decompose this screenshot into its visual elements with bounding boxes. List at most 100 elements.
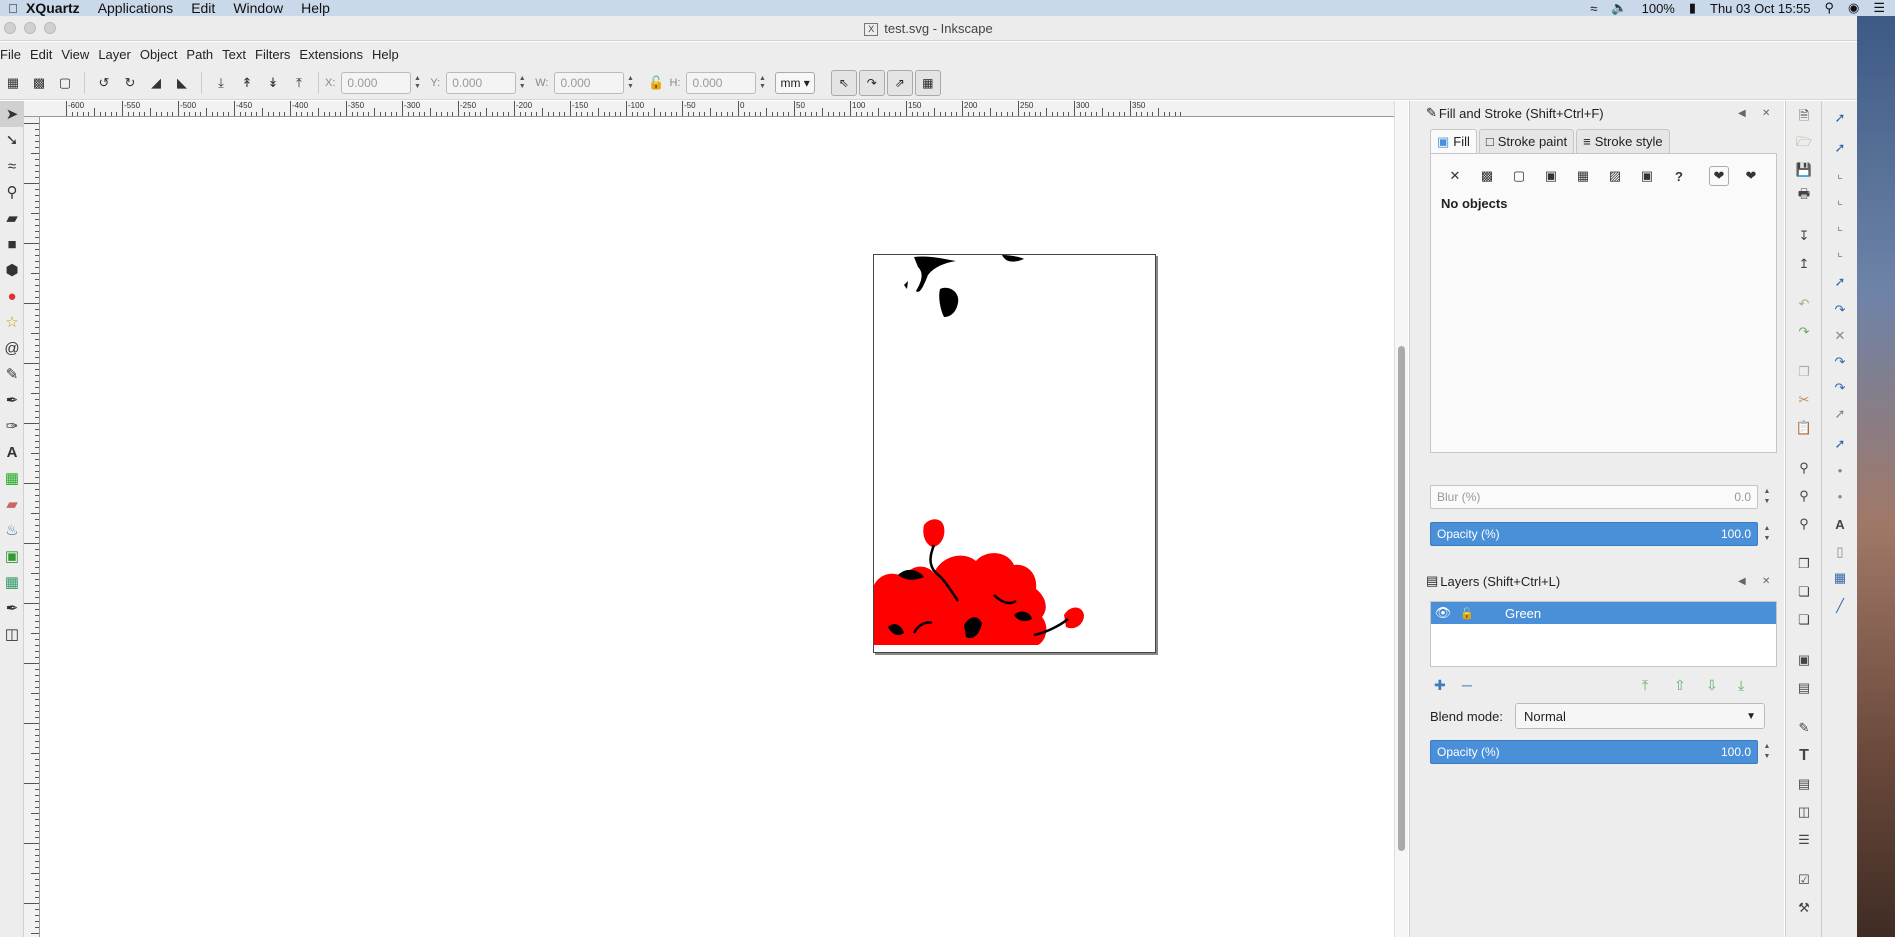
- import-icon[interactable]: ↧: [1786, 225, 1822, 247]
- y-input[interactable]: 0.000: [446, 71, 517, 94]
- snap-text-icon[interactable]: A: [1822, 513, 1858, 535]
- paint-bucket-tool-icon[interactable]: ♨: [0, 517, 24, 543]
- fill-rule-evenodd-icon[interactable]: ❤: [1709, 166, 1729, 186]
- x-stepper[interactable]: ▲ ▼: [412, 75, 422, 91]
- pattern-icon[interactable]: ▨: [1605, 166, 1625, 186]
- dropper-tool-icon[interactable]: ✒: [0, 595, 24, 621]
- control-center-icon[interactable]: ☰: [1873, 0, 1885, 16]
- h-input[interactable]: 0.000: [686, 71, 757, 94]
- snap-grid-icon[interactable]: ▦: [1822, 567, 1858, 589]
- spotlight-icon[interactable]: ⚲: [1824, 0, 1834, 16]
- x-input[interactable]: 0.000: [341, 71, 412, 94]
- text-dialog-icon[interactable]: T: [1786, 745, 1822, 767]
- blur-stepper[interactable]: ▲ ▼: [1760, 487, 1774, 507]
- unlink-clone-icon[interactable]: ❏: [1786, 609, 1822, 631]
- no-paint-icon[interactable]: ✕: [1445, 166, 1465, 186]
- print-icon[interactable]: 🖶: [1786, 185, 1822, 207]
- cut-icon[interactable]: ✂: [1786, 389, 1822, 411]
- blend-mode-select[interactable]: Normal ▼: [1515, 703, 1765, 729]
- menu-text[interactable]: Text: [222, 47, 246, 62]
- layer-raise-icon[interactable]: ⇧: [1674, 677, 1686, 694]
- rotate-cw-icon[interactable]: ↻: [119, 72, 141, 94]
- linear-gradient-icon[interactable]: ▢: [1509, 166, 1529, 186]
- copy-icon[interactable]: ❐: [1786, 361, 1822, 383]
- battery-icon[interactable]: ▮: [1689, 0, 1696, 16]
- pencil-tool-icon[interactable]: ✎: [0, 361, 24, 387]
- rotate-ccw-icon[interactable]: ↺: [93, 72, 115, 94]
- rectangle-tool-icon[interactable]: ■: [0, 231, 24, 257]
- apple-icon[interactable]: : [0, 1, 26, 16]
- lower-to-bottom-icon[interactable]: ⤒: [288, 72, 310, 94]
- group-icon[interactable]: ▣: [1786, 649, 1822, 671]
- raise-icon[interactable]: ↟: [236, 72, 258, 94]
- menu-extensions[interactable]: Extensions: [299, 47, 363, 62]
- macos-menu-edit[interactable]: Edit: [191, 0, 215, 16]
- selector-tool-icon[interactable]: ➤: [0, 101, 24, 127]
- horizontal-ruler[interactable]: -600 -550 -500 -450 -400 -350 -300 -250 -200 -150…: [24, 101, 1394, 117]
- swatch-icon[interactable]: ▣: [1637, 166, 1657, 186]
- scale-stroke-icon[interactable]: ⇖: [830, 69, 857, 96]
- snap-intersection-icon[interactable]: ✕: [1822, 325, 1858, 347]
- spray-tool-icon[interactable]: ▦: [0, 465, 24, 491]
- calligraphy-tool-icon[interactable]: ✑: [0, 413, 24, 439]
- layer-to-top-icon[interactable]: ⤒: [1642, 677, 1648, 694]
- snap-bbox-corner-icon[interactable]: ⌞: [1822, 189, 1858, 211]
- select-all-layers-icon[interactable]: ▩: [28, 72, 50, 94]
- menu-path[interactable]: Path: [186, 47, 213, 62]
- ellipse-tool-icon[interactable]: ●: [0, 283, 24, 309]
- move-patterns-icon[interactable]: ▦: [914, 69, 941, 96]
- fill-opacity-stepper[interactable]: ▲ ▼: [1760, 524, 1774, 544]
- unset-paint-icon[interactable]: ?: [1669, 166, 1689, 186]
- xml-editor-icon[interactable]: ◫: [1786, 801, 1822, 823]
- deselect-icon[interactable]: ▢: [54, 72, 76, 94]
- layer-opacity-field[interactable]: Opacity (%) 100.0: [1430, 740, 1758, 764]
- vertical-ruler[interactable]: [24, 117, 40, 937]
- measure-tool-icon[interactable]: ▰: [0, 205, 24, 231]
- w-input[interactable]: 0.000: [554, 71, 625, 94]
- layer-lock-icon[interactable]: 🔓: [1455, 607, 1479, 620]
- collapse-icon[interactable]: ◀: [1738, 108, 1746, 119]
- clock[interactable]: Thu 03 Oct 15:55: [1710, 1, 1810, 16]
- snap-midpoint-icon[interactable]: ➚: [1822, 403, 1858, 425]
- zoom-window-button[interactable]: [44, 22, 56, 34]
- mesh-tool-icon[interactable]: ▦: [0, 569, 24, 595]
- snap-smooth-icon[interactable]: ↷: [1822, 377, 1858, 399]
- drawing-canvas[interactable]: [41, 117, 1394, 937]
- menu-edit[interactable]: Edit: [30, 47, 52, 62]
- gradient-tool-icon[interactable]: ▣: [0, 543, 24, 569]
- mesh-gradient-icon[interactable]: ▦: [1573, 166, 1593, 186]
- add-layer-icon[interactable]: ✚: [1434, 677, 1446, 694]
- minimize-window-button[interactable]: [24, 22, 36, 34]
- menu-help[interactable]: Help: [372, 47, 399, 62]
- layers-collapse-icon[interactable]: ◀: [1738, 576, 1746, 587]
- duplicate-icon[interactable]: ❐: [1786, 553, 1822, 575]
- blur-field[interactable]: Blur (%) 0.0: [1430, 485, 1758, 509]
- snap-bbox-icon[interactable]: ➚: [1822, 137, 1858, 159]
- snap-path-icon[interactable]: ↷: [1822, 299, 1858, 321]
- remove-layer-icon[interactable]: ─: [1462, 677, 1472, 693]
- snap-bbox-center-icon[interactable]: ⌞: [1822, 241, 1858, 263]
- zoom-selection-icon[interactable]: ⚲: [1786, 457, 1822, 479]
- connector-tool-icon[interactable]: ◫: [0, 621, 24, 647]
- document-page[interactable]: [873, 254, 1156, 653]
- radial-gradient-icon[interactable]: ▣: [1541, 166, 1561, 186]
- tab-stroke-paint[interactable]: □ Stroke paint: [1478, 129, 1575, 153]
- w-stepper[interactable]: ▲ ▼: [625, 75, 635, 91]
- new-document-icon[interactable]: 🗎: [1786, 107, 1822, 129]
- menu-view[interactable]: View: [61, 47, 89, 62]
- snap-cusp-icon[interactable]: ↷: [1822, 351, 1858, 373]
- spiral-tool-icon[interactable]: @: [0, 335, 24, 361]
- preferences-icon[interactable]: ⚒: [1786, 897, 1822, 919]
- align-dialog-icon[interactable]: ☰: [1786, 829, 1822, 851]
- lock-ratio-icon[interactable]: 🔓: [645, 72, 667, 94]
- snap-text-baseline-icon[interactable]: •: [1822, 485, 1858, 507]
- layer-lower-icon[interactable]: ⇩: [1706, 677, 1718, 694]
- macos-app-name[interactable]: XQuartz: [26, 0, 80, 16]
- 3d-box-tool-icon[interactable]: ⬢: [0, 257, 24, 283]
- fill-opacity-field[interactable]: Opacity (%) 100.0: [1430, 522, 1758, 546]
- snap-rotation-center-icon[interactable]: •: [1822, 459, 1858, 481]
- pen-tool-icon[interactable]: ✒: [0, 387, 24, 413]
- layer-row[interactable]: 👁 🔓 Green: [1431, 602, 1776, 624]
- eraser-tool-icon[interactable]: ▰: [0, 491, 24, 517]
- macos-menu-window[interactable]: Window: [233, 0, 283, 16]
